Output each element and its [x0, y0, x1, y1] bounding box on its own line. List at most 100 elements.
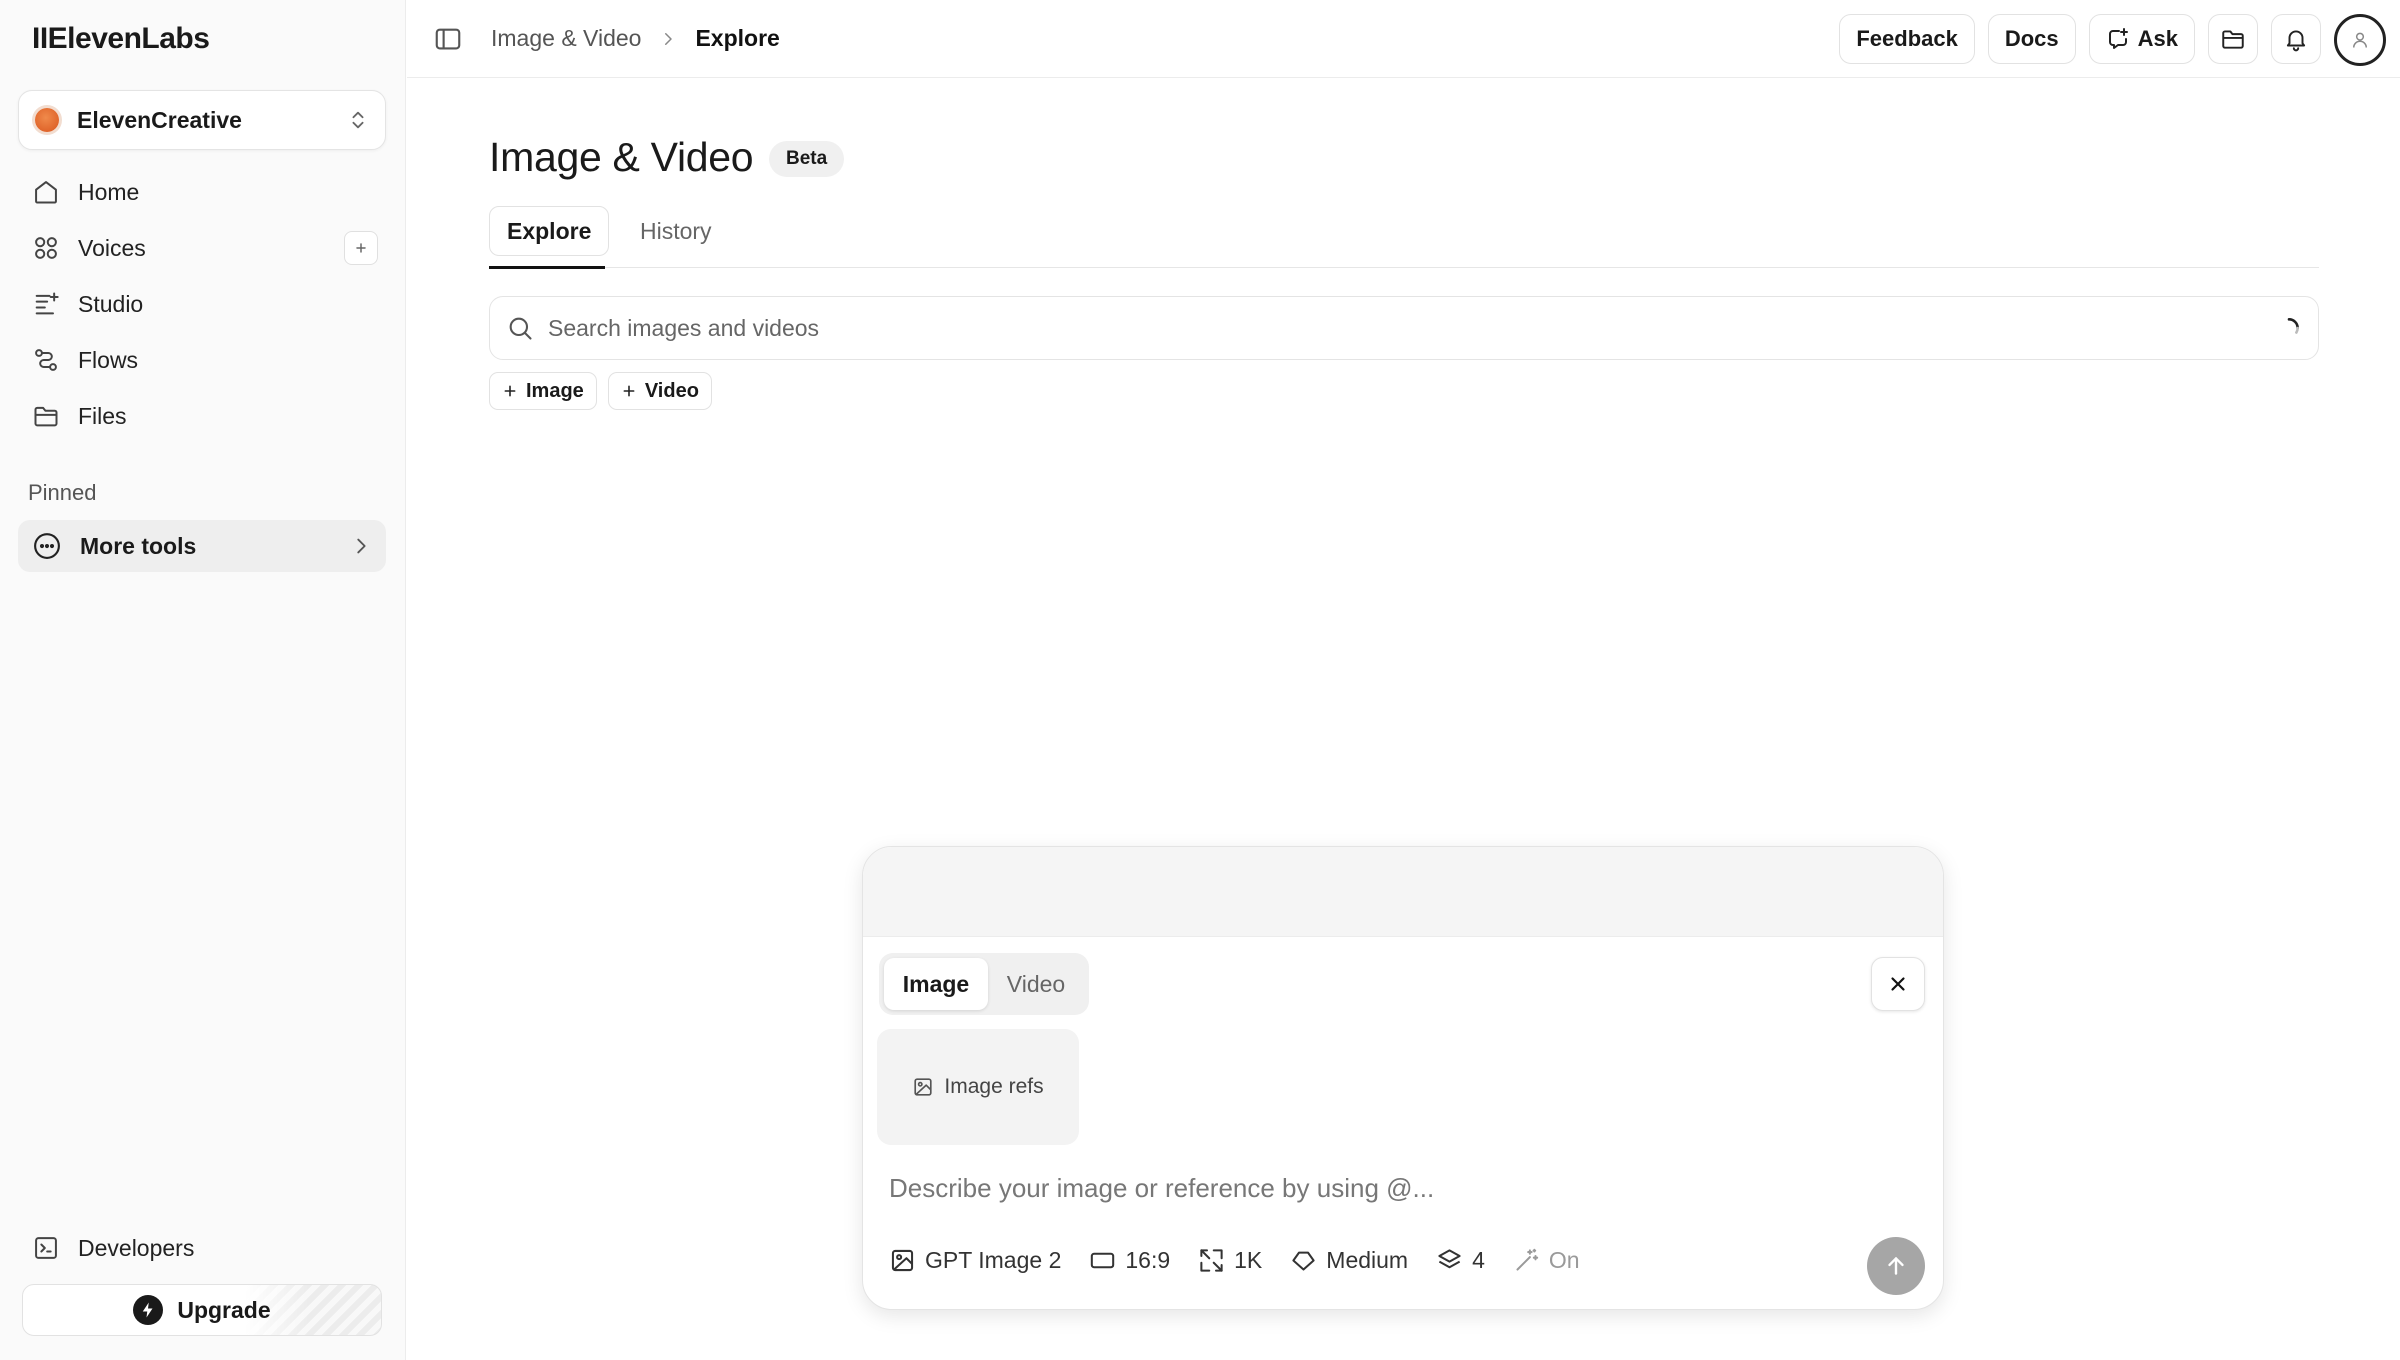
chat-sparkle-icon: [2106, 27, 2130, 51]
files-button[interactable]: [2208, 14, 2258, 64]
sidebar-item-label: Files: [78, 402, 127, 429]
breadcrumb-item-image-video[interactable]: Image & Video: [491, 25, 641, 52]
bell-icon: [2283, 26, 2309, 52]
sidebar-item-label: Home: [78, 178, 140, 205]
sidebar-item-label: More tools: [80, 532, 197, 559]
image-refs-button[interactable]: Image refs: [877, 1029, 1079, 1145]
sidebar-item-more-tools[interactable]: More tools: [18, 520, 386, 572]
top-bar: Image & Video Explore Feedback Docs Ask: [407, 0, 2400, 78]
mode-image-button[interactable]: Image: [884, 958, 988, 1010]
plus-icon: [621, 383, 637, 399]
sidebar-item-files[interactable]: Files: [18, 388, 386, 444]
chevron-right-icon: [659, 30, 677, 48]
aspect-ratio-icon: [1089, 1247, 1116, 1274]
image-model-icon: [889, 1247, 916, 1274]
sidebar-item-home[interactable]: Home: [18, 164, 386, 220]
quality-label: Medium: [1326, 1247, 1409, 1273]
avatar[interactable]: [2334, 14, 2386, 66]
ask-label: Ask: [2137, 26, 2178, 51]
upgrade-button[interactable]: Upgrade: [22, 1284, 382, 1336]
voices-icon: [32, 234, 60, 262]
generation-options: GPT Image 2 16:9 1K Medium 4 On: [889, 1247, 1580, 1274]
chevron-updown-icon: [347, 109, 369, 131]
tab-history[interactable]: History: [623, 206, 729, 256]
filter-chip-label: Video: [644, 379, 699, 402]
plus-icon: [353, 240, 369, 256]
home-icon: [32, 178, 60, 206]
mode-video-button[interactable]: Video: [988, 958, 1084, 1010]
image-refs-label: Image refs: [944, 1075, 1044, 1098]
count-label: 4: [1472, 1247, 1485, 1273]
bolt-icon: [133, 1295, 164, 1325]
add-image-filter-button[interactable]: Image: [489, 372, 597, 410]
search-input[interactable]: [548, 314, 2276, 342]
aspect-ratio-selector[interactable]: 16:9: [1089, 1247, 1170, 1274]
add-video-filter-button[interactable]: Video: [607, 372, 712, 410]
sidebar-item-label: Voices: [78, 234, 146, 261]
plus-icon: [502, 383, 518, 399]
terminal-icon: [32, 1234, 60, 1262]
sidebar-toggle-icon[interactable]: [433, 24, 463, 54]
more-horizontal-circle-icon: [32, 531, 62, 561]
prompt-input[interactable]: [889, 1173, 1889, 1204]
user-icon: [2350, 30, 2370, 50]
model-label: GPT Image 2: [925, 1247, 1062, 1273]
folder-icon: [2220, 26, 2246, 52]
close-composer-button[interactable]: [1871, 957, 1925, 1011]
search-icon: [506, 314, 534, 342]
resolution-selector[interactable]: 1K: [1198, 1247, 1262, 1274]
sidebar-nav: Home Voices Studio Flows Files: [18, 164, 386, 444]
sidebar-item-voices[interactable]: Voices: [18, 220, 386, 276]
sidebar-item-label: Flows: [78, 346, 139, 373]
search-bar: [489, 296, 2319, 360]
filter-chips: Image Video: [489, 372, 712, 410]
generation-composer: Image Video Image refs GPT Image 2 16:9: [862, 846, 1944, 1310]
magic-wand-icon: [1513, 1247, 1540, 1274]
diamond-icon: [1290, 1247, 1317, 1274]
orange-orb-icon: [35, 108, 59, 132]
notifications-button[interactable]: [2271, 14, 2321, 64]
app-logo[interactable]: IIElevenLabs: [32, 22, 210, 56]
sidebar-item-developers[interactable]: Developers: [18, 1222, 386, 1274]
tab-explore[interactable]: Explore: [489, 206, 610, 256]
tab-bar: Explore History: [489, 206, 2319, 269]
upgrade-label: Upgrade: [177, 1296, 271, 1323]
workspace-name: ElevenCreative: [77, 106, 242, 133]
sidebar: IIElevenLabs ElevenCreative Home Voices: [0, 0, 406, 1360]
breadcrumb-item-explore: Explore: [695, 25, 780, 51]
enhance-label: On: [1548, 1247, 1580, 1273]
loading-spinner-icon: [2276, 315, 2302, 341]
model-selector[interactable]: GPT Image 2: [889, 1247, 1061, 1274]
send-button[interactable]: [1867, 1237, 1925, 1295]
page-title: Image & Video: [489, 134, 754, 180]
active-tab-indicator: [489, 266, 605, 269]
close-icon: [1887, 973, 1909, 995]
pinned-section-label: Pinned: [28, 480, 97, 505]
mode-toggle: Image Video: [879, 953, 1089, 1015]
sidebar-item-label: Studio: [78, 290, 144, 317]
enhance-toggle[interactable]: On: [1513, 1247, 1580, 1274]
flows-icon: [32, 346, 60, 374]
ask-button[interactable]: Ask: [2088, 14, 2195, 64]
resize-icon: [1198, 1247, 1225, 1274]
feedback-button[interactable]: Feedback: [1839, 14, 1975, 64]
image-icon: [912, 1076, 934, 1098]
resolution-label: 1K: [1234, 1247, 1263, 1273]
studio-icon: [32, 290, 60, 318]
workspace-switcher[interactable]: ElevenCreative: [18, 90, 386, 150]
sidebar-item-label: Developers: [78, 1234, 195, 1261]
sidebar-item-flows[interactable]: Flows: [18, 332, 386, 388]
aspect-ratio-label: 16:9: [1125, 1247, 1171, 1273]
docs-button[interactable]: Docs: [1987, 14, 2076, 64]
folder-icon: [32, 402, 60, 430]
composer-preview-area: [863, 847, 1943, 937]
add-voice-button[interactable]: [344, 231, 378, 265]
sidebar-item-studio[interactable]: Studio: [18, 276, 386, 332]
quality-selector[interactable]: Medium: [1290, 1247, 1408, 1274]
count-selector[interactable]: 4: [1436, 1247, 1485, 1274]
chevron-right-icon: [350, 535, 372, 557]
breadcrumb: Image & Video Explore: [491, 25, 780, 52]
filter-chip-label: Image: [526, 379, 584, 402]
layers-icon: [1436, 1247, 1463, 1274]
top-actions: Feedback Docs Ask: [1839, 14, 2386, 66]
